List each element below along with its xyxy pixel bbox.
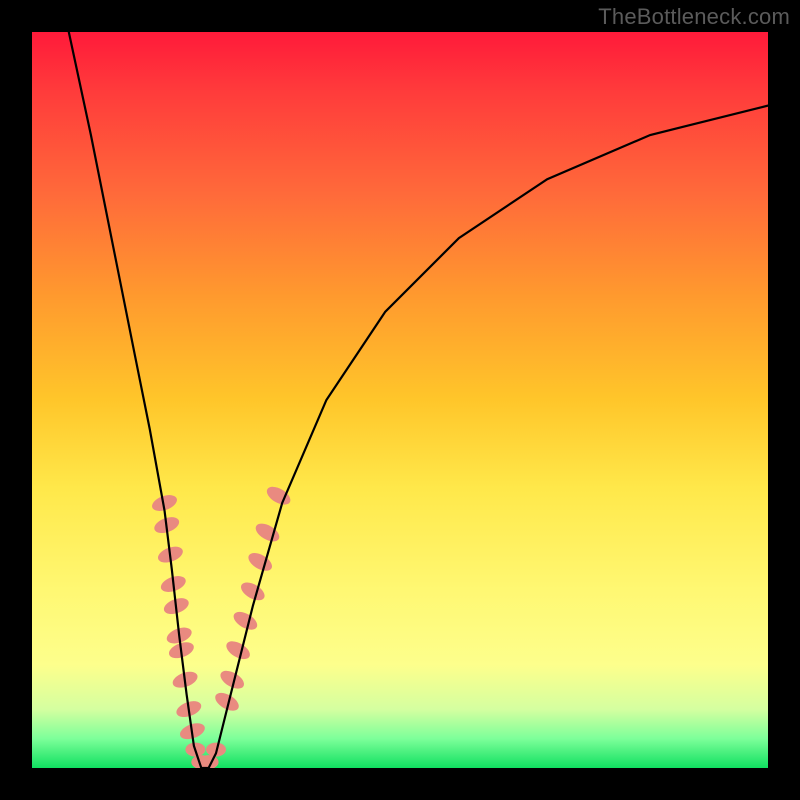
right-arm-dots-pt	[231, 608, 261, 633]
chart-frame	[32, 32, 768, 768]
right-arm-dots-pt	[245, 549, 275, 574]
chart-svg	[32, 32, 768, 768]
right-arm-dots-pt	[253, 520, 283, 545]
highlight-blobs	[150, 483, 293, 768]
right-arm-dots-pt	[223, 638, 253, 663]
right-arm-dots-pt	[238, 579, 268, 604]
watermark-text: TheBottleneck.com	[598, 4, 790, 30]
